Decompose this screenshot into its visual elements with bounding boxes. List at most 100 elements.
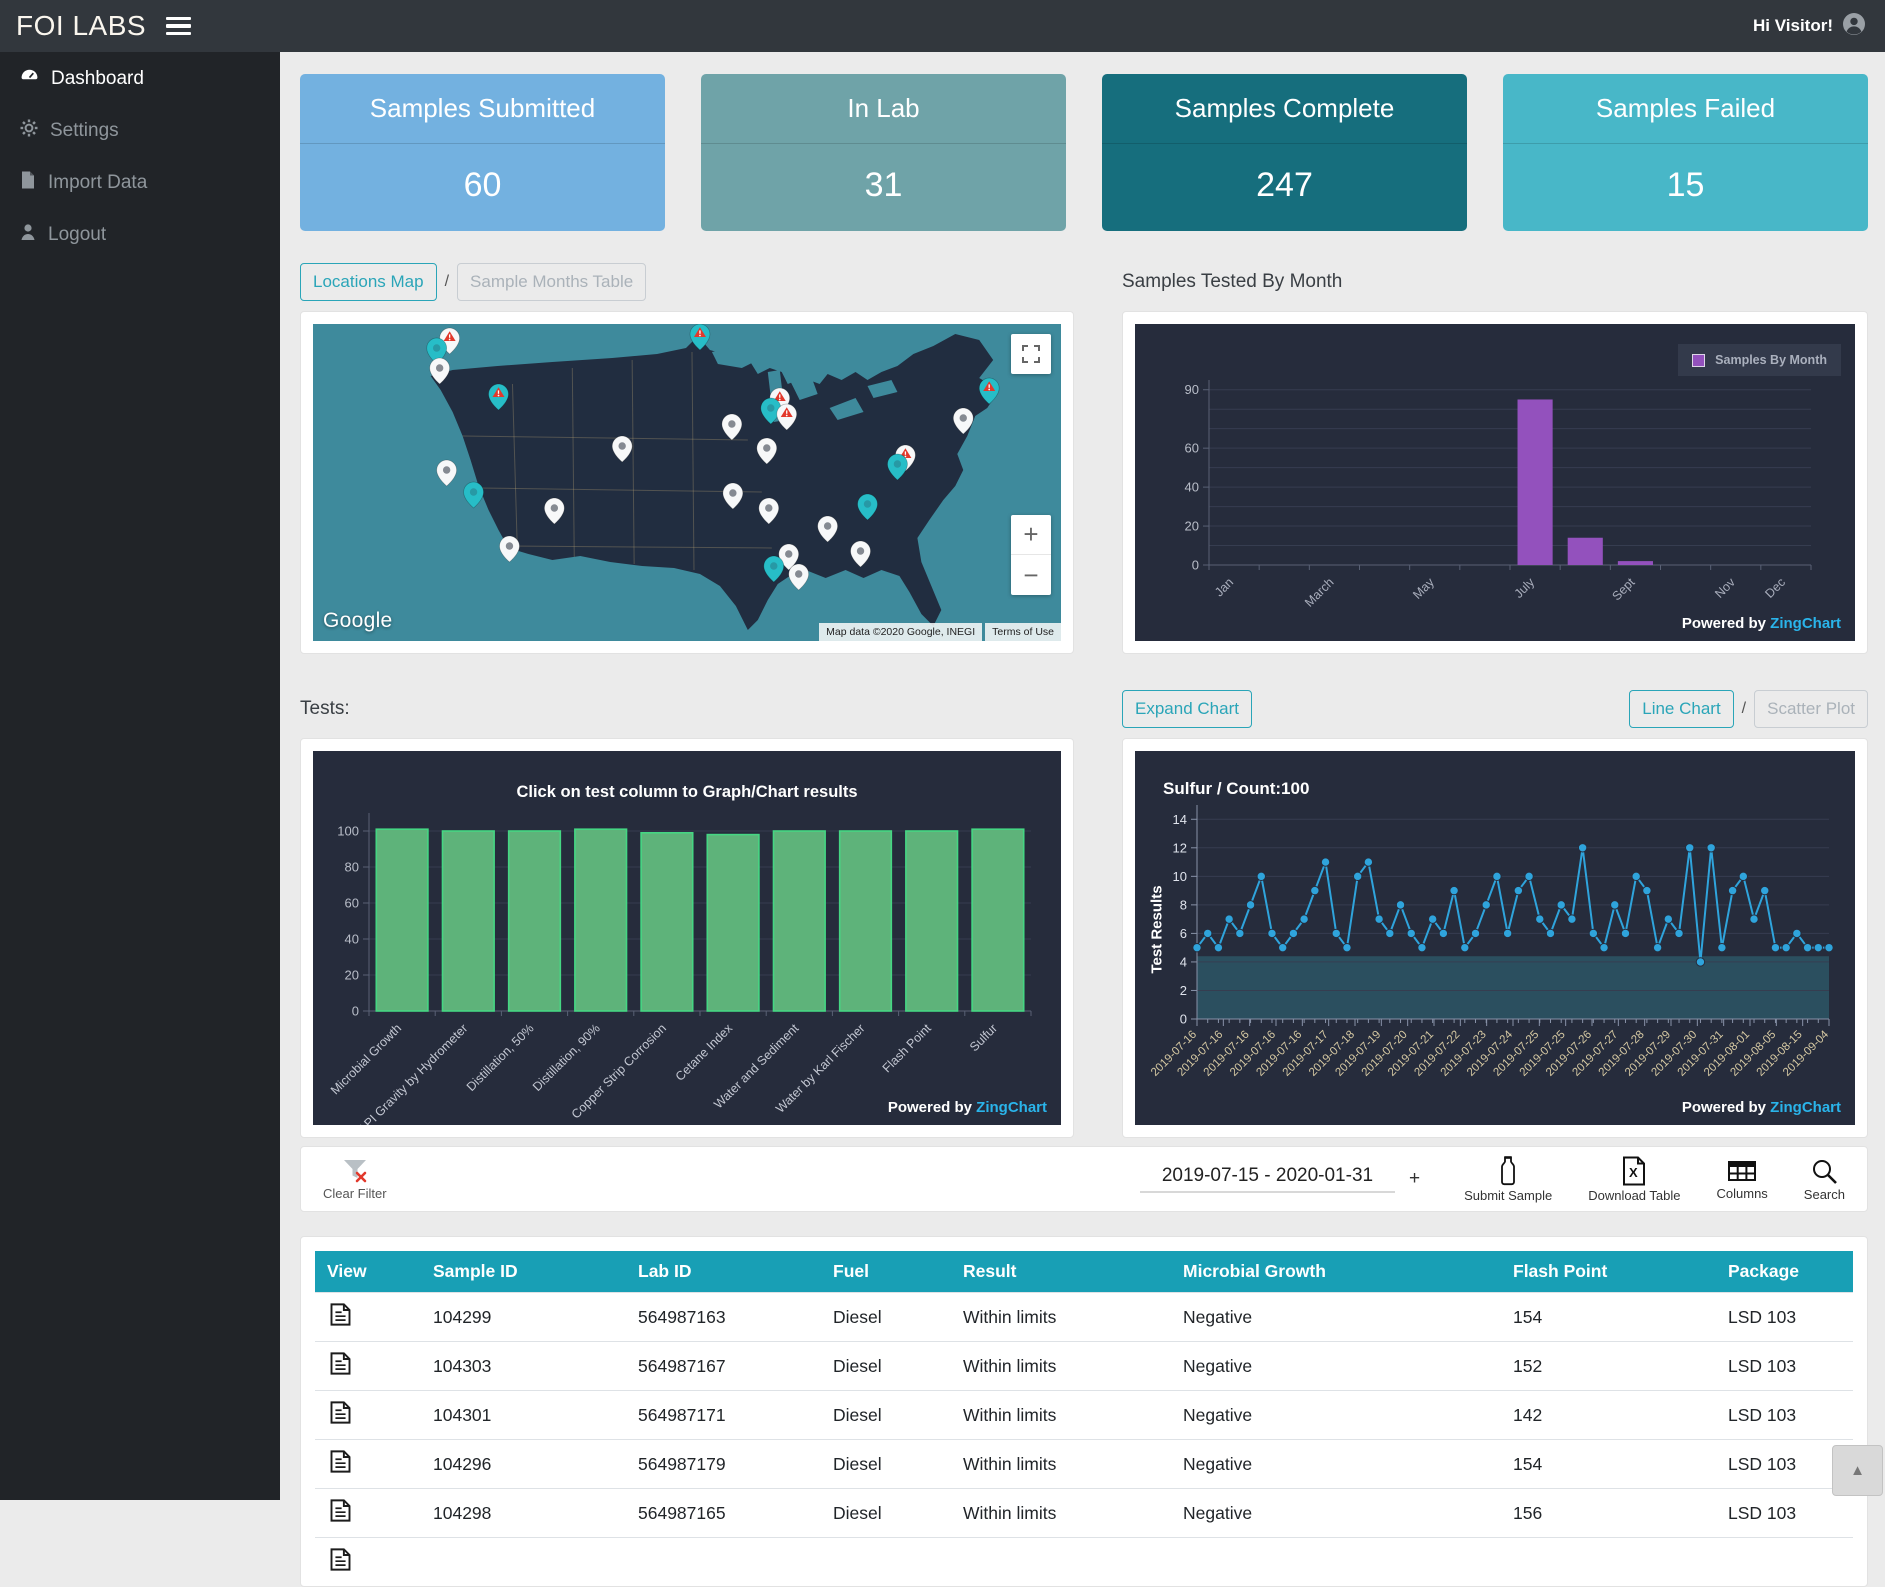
table-row[interactable]: 104299564987163DieselWithin limitsNegati… (315, 1293, 1853, 1342)
download-table-button[interactable]: X Download Table (1588, 1156, 1680, 1203)
stat-value: 60 (300, 144, 665, 231)
submit-sample-button[interactable]: Submit Sample (1464, 1156, 1552, 1203)
table-row[interactable] (315, 1538, 1853, 1587)
stat-card-samples-submitted[interactable]: Samples Submitted 60 (300, 74, 665, 231)
stat-value: 247 (1102, 144, 1467, 231)
svg-text:100: 100 (337, 824, 359, 839)
greeting-text: Hi Visitor! (1753, 16, 1833, 36)
results-table-body: 104299564987163DieselWithin limitsNegati… (315, 1293, 1853, 1587)
scroll-to-top-button[interactable]: ▲ (1832, 1445, 1883, 1496)
tab-separator: / (445, 273, 449, 291)
svg-text:May: May (1410, 575, 1437, 602)
columns-button[interactable]: Columns (1717, 1158, 1768, 1201)
tab-scatter-plot[interactable]: Scatter Plot (1754, 690, 1868, 728)
stat-card-in-lab[interactable]: In Lab 31 (701, 74, 1066, 231)
hamburger-menu-icon[interactable] (166, 13, 191, 40)
tests-bar-chart[interactable]: 100806040200Microbial GrowthAPI Gravity … (313, 751, 1061, 1125)
stat-card-samples-failed[interactable]: Samples Failed 15 (1503, 74, 1868, 231)
bottle-icon (1496, 1156, 1520, 1186)
svg-text:Jan: Jan (1212, 575, 1236, 599)
sidebar-item-import-data[interactable]: Import Data (0, 157, 280, 209)
svg-text:Dec: Dec (1762, 575, 1788, 601)
table-header-cell[interactable]: Lab ID (626, 1251, 821, 1293)
tab-locations-map[interactable]: Locations Map (300, 263, 437, 301)
table-header-cell[interactable]: Microbial Growth (1171, 1251, 1501, 1293)
columns-icon (1727, 1158, 1757, 1184)
table-header-cell[interactable]: View (315, 1251, 421, 1293)
table-row[interactable]: 104301564987171DieselWithin limitsNegati… (315, 1391, 1853, 1440)
powered-by-zingchart[interactable]: Powered by ZingChart (1682, 1099, 1841, 1116)
expand-chart-button[interactable]: Expand Chart (1122, 690, 1252, 728)
view-document-icon[interactable] (327, 1301, 354, 1328)
sidebar-item-label: Logout (48, 224, 106, 246)
clear-filter-icon (340, 1158, 370, 1186)
map-zoom-in-button[interactable]: + (1011, 515, 1051, 555)
table-row[interactable]: 104303564987167DieselWithin limitsNegati… (315, 1342, 1853, 1391)
view-document-icon[interactable] (327, 1546, 354, 1573)
svg-text:Distillation, 50%: Distillation, 50% (464, 1021, 537, 1094)
locations-map[interactable]: + − Google Map data ©2020 Google, INEGI … (313, 324, 1061, 641)
svg-text:Microbial Growth: Microbial Growth (328, 1021, 404, 1097)
stat-cards-row: Samples Submitted 60 In Lab 31 Samples C… (300, 74, 1868, 231)
table-toolbar: Clear Filter + Submit Sample X Download … (300, 1146, 1868, 1212)
add-date-range-button[interactable]: + (1409, 1168, 1420, 1190)
svg-text:X: X (1629, 1165, 1638, 1180)
top-navbar: FOI LABS Hi Visitor! (0, 0, 1885, 52)
month-chart-card: 906040200JanMarchMayJulySeptNovDec Sampl… (1122, 311, 1868, 654)
table-header-cell[interactable]: Sample ID (421, 1251, 626, 1293)
stat-card-samples-complete[interactable]: Samples Complete 247 (1102, 74, 1467, 231)
view-document-icon[interactable] (327, 1448, 354, 1475)
view-document-icon[interactable] (327, 1497, 354, 1524)
svg-text:API Gravity by Hydrometer: API Gravity by Hydrometer (355, 1021, 470, 1125)
table-header-row: ViewSample IDLab IDFuelResultMicrobial G… (315, 1251, 1853, 1293)
table-header-cell[interactable]: Package (1716, 1251, 1853, 1293)
locations-map-card: + − Google Map data ©2020 Google, INEGI … (300, 311, 1074, 654)
svg-text:2: 2 (1180, 983, 1187, 998)
map-fullscreen-button[interactable] (1011, 334, 1051, 374)
svg-text:60: 60 (1185, 441, 1199, 456)
map-zoom-controls: + − (1011, 515, 1051, 595)
powered-by-zingchart[interactable]: Powered by ZingChart (888, 1099, 1047, 1116)
stat-value: 31 (701, 144, 1066, 231)
svg-text:14: 14 (1173, 812, 1187, 827)
stat-title: In Lab (701, 74, 1066, 144)
user-icon[interactable] (1843, 13, 1865, 40)
gauge-icon (20, 66, 39, 91)
gear-icon (20, 119, 38, 143)
table-header-cell[interactable]: Result (951, 1251, 1171, 1293)
clear-filter-button[interactable]: Clear Filter (323, 1158, 387, 1201)
view-document-icon[interactable] (327, 1399, 354, 1426)
sidebar-item-logout[interactable]: Logout (0, 209, 280, 261)
legend-label: Samples By Month (1715, 353, 1827, 367)
table-row[interactable]: 104298564987165DieselWithin limitsNegati… (315, 1489, 1853, 1538)
samples-by-month-chart: 906040200JanMarchMayJulySeptNovDec Sampl… (1135, 324, 1855, 641)
results-table-card: ViewSample IDLab IDFuelResultMicrobial G… (300, 1236, 1868, 1587)
svg-text:6: 6 (1180, 926, 1187, 941)
search-icon (1810, 1157, 1838, 1185)
svg-text:Cetane Index: Cetane Index (673, 1021, 736, 1084)
view-document-icon[interactable] (327, 1350, 354, 1377)
tests-chart-title: Click on test column to Graph/Chart resu… (313, 783, 1061, 802)
excel-icon: X (1621, 1156, 1647, 1186)
table-header-cell[interactable]: Fuel (821, 1251, 951, 1293)
sidebar-item-settings[interactable]: Settings (0, 105, 280, 157)
logout-icon (20, 223, 36, 247)
tab-line-chart[interactable]: Line Chart (1629, 690, 1733, 728)
chart-legend[interactable]: Samples By Month (1678, 344, 1841, 376)
powered-by-zingchart[interactable]: Powered by ZingChart (1682, 615, 1841, 632)
map-zoom-out-button[interactable]: − (1011, 555, 1051, 595)
legend-swatch (1692, 354, 1705, 367)
tab-sample-months-table[interactable]: Sample Months Table (457, 263, 646, 301)
date-range-input[interactable] (1140, 1165, 1395, 1193)
table-row[interactable]: 104296564987179DieselWithin limitsNegati… (315, 1440, 1853, 1489)
svg-text:0: 0 (1192, 558, 1199, 573)
svg-text:90: 90 (1185, 382, 1199, 397)
map-terms-link[interactable]: Terms of Use (985, 623, 1061, 641)
svg-text:60: 60 (345, 896, 359, 911)
month-chart-label: Samples Tested By Month (1122, 271, 1342, 293)
table-header-cell[interactable]: Flash Point (1501, 1251, 1716, 1293)
svg-text:40: 40 (345, 932, 359, 947)
search-button[interactable]: Search (1804, 1157, 1845, 1202)
sidebar-item-dashboard[interactable]: Dashboard (0, 52, 280, 105)
sulfur-chart-title: Sulfur / Count:100 (1163, 779, 1309, 799)
